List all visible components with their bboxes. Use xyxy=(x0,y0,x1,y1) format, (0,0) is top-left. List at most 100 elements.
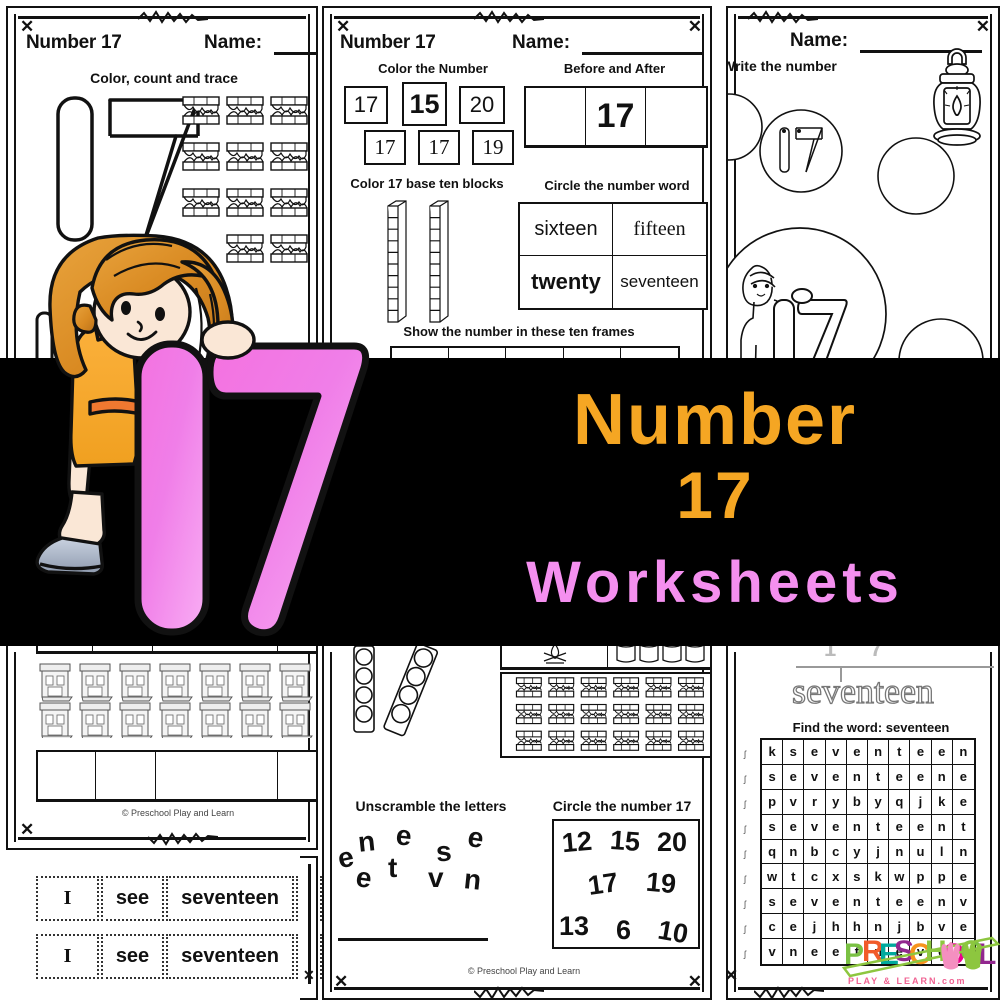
word-search-cell[interactable]: n xyxy=(931,814,953,840)
answer-cell[interactable] xyxy=(38,752,96,800)
word-search-cell[interactable]: e xyxy=(846,740,868,765)
word-search-cell[interactable]: e xyxy=(931,740,953,765)
scramble-letter[interactable]: n xyxy=(462,863,482,897)
word-search-cell[interactable]: t xyxy=(868,764,890,790)
number-choice-box[interactable]: 17 xyxy=(344,86,388,124)
word-search-cell[interactable]: y xyxy=(846,839,868,865)
word-card[interactable]: seventeen xyxy=(166,934,294,979)
word-search-cell[interactable]: e xyxy=(952,864,974,890)
word-search-cell[interactable]: j xyxy=(868,839,890,865)
number-choice-box[interactable]: 20 xyxy=(459,86,505,124)
word-search-cell[interactable]: t xyxy=(783,864,805,890)
word-search-cell[interactable]: w xyxy=(762,864,784,890)
close-icon[interactable]: ✕ xyxy=(303,968,315,982)
word-search-cell[interactable]: n xyxy=(931,764,953,790)
scramble-letter[interactable]: v xyxy=(428,862,444,894)
word-search-cell[interactable]: e xyxy=(910,764,932,790)
close-icon[interactable]: ✕ xyxy=(20,821,34,838)
scramble-letter[interactable]: e xyxy=(335,841,357,876)
close-icon[interactable]: ✕ xyxy=(688,973,702,990)
scramble-letter[interactable]: e xyxy=(394,819,413,852)
word-search-cell[interactable]: v xyxy=(825,740,847,765)
after-cell[interactable] xyxy=(646,88,706,146)
word-search-cell[interactable]: k xyxy=(868,864,890,890)
number-option[interactable]: 12 xyxy=(561,826,594,860)
word-search-cell[interactable]: e xyxy=(783,914,805,940)
number-choice-box[interactable]: 15 xyxy=(402,82,447,126)
word-search-cell[interactable]: v xyxy=(952,889,974,915)
word-option-sixteen[interactable]: sixteen xyxy=(520,204,613,256)
unscramble-answer-line[interactable] xyxy=(338,938,488,941)
circle-number-box[interactable]: 12 15 20 17 19 13 6 10 xyxy=(552,819,700,949)
word-search-cell[interactable]: t xyxy=(868,814,890,840)
word-search-cell[interactable]: s xyxy=(783,740,805,765)
word-card[interactable]: I xyxy=(36,876,99,921)
word-card[interactable]: seventeen xyxy=(166,876,294,921)
number-option[interactable]: 10 xyxy=(656,915,691,951)
word-search-cell[interactable]: e xyxy=(910,740,932,765)
word-search-cell[interactable]: n xyxy=(846,889,868,915)
word-card[interactable]: see xyxy=(101,876,164,921)
word-search-cell[interactable]: c xyxy=(804,864,826,890)
word-search-cell[interactable]: t xyxy=(889,740,911,765)
word-search-cell[interactable]: n xyxy=(783,839,805,865)
number-option[interactable]: 13 xyxy=(559,911,589,942)
word-search-cell[interactable]: e xyxy=(910,814,932,840)
word-search-cell[interactable]: n xyxy=(889,839,911,865)
word-search-cell[interactable]: u xyxy=(910,839,932,865)
word-search-cell[interactable]: s xyxy=(846,864,868,890)
word-search-cell[interactable]: n xyxy=(952,840,974,865)
word-search-cell[interactable]: e xyxy=(910,889,932,915)
word-search-cell[interactable]: q xyxy=(762,839,784,865)
word-search-cell[interactable]: v xyxy=(804,889,826,915)
word-search-cell[interactable]: b xyxy=(846,789,868,815)
close-icon[interactable]: ✕ xyxy=(728,967,738,984)
answer-boxes[interactable] xyxy=(36,750,316,802)
word-search-cell[interactable]: e xyxy=(783,889,805,915)
word-search-cell[interactable]: s xyxy=(762,814,784,840)
name-input-line[interactable] xyxy=(274,52,316,55)
word-card[interactable]: see xyxy=(101,934,164,979)
word-search-cell[interactable]: n xyxy=(931,889,953,915)
word-search-cell[interactable]: n xyxy=(783,939,805,964)
word-search-cell[interactable]: e xyxy=(889,764,911,790)
word-search-cell[interactable]: n xyxy=(846,764,868,790)
number-option[interactable]: 6 xyxy=(616,915,631,946)
word-search-cell[interactable]: v xyxy=(762,939,784,964)
word-search-cell[interactable]: e xyxy=(952,765,974,790)
word-search-cell[interactable]: y xyxy=(868,789,890,815)
close-icon[interactable]: ✕ xyxy=(688,18,702,35)
word-search-cell[interactable]: e xyxy=(825,889,847,915)
number-option[interactable]: 20 xyxy=(657,827,687,858)
word-search-cell[interactable]: c xyxy=(825,839,847,865)
close-icon[interactable]: ✕ xyxy=(334,973,348,990)
word-card[interactable]: I xyxy=(36,934,99,979)
word-search-cell[interactable]: k xyxy=(762,740,784,765)
word-search-cell[interactable]: y xyxy=(825,789,847,815)
word-search-cell[interactable]: s xyxy=(762,764,784,790)
word-search-cell[interactable]: n xyxy=(952,740,974,765)
close-icon[interactable]: ✕ xyxy=(976,18,990,35)
word-search-cell[interactable]: v xyxy=(804,764,826,790)
trace-word-seventeen[interactable]: seventeen xyxy=(791,670,998,712)
word-search-cell[interactable]: x xyxy=(825,864,847,890)
number-option[interactable]: 15 xyxy=(609,825,641,858)
trace-circle-17[interactable] xyxy=(758,108,844,194)
before-cell[interactable] xyxy=(526,88,586,146)
word-search-cell[interactable]: e xyxy=(783,764,805,790)
scramble-letter[interactable]: e xyxy=(465,821,487,855)
word-search-cell[interactable]: k xyxy=(931,789,953,815)
word-search-cell[interactable]: r xyxy=(804,789,826,815)
word-search-cell[interactable]: n xyxy=(868,740,890,765)
number-option[interactable]: 17 xyxy=(586,867,620,902)
word-search-cell[interactable]: s xyxy=(762,889,784,915)
word-search-cell[interactable]: t xyxy=(952,815,974,840)
word-search-cell[interactable]: e xyxy=(804,939,826,964)
answer-cell[interactable] xyxy=(96,752,156,800)
word-search-cell[interactable]: e xyxy=(889,889,911,915)
word-search-cell[interactable]: t xyxy=(868,889,890,915)
answer-cell[interactable] xyxy=(278,752,316,800)
number-option[interactable]: 19 xyxy=(645,867,678,901)
word-search-cell[interactable]: b xyxy=(804,839,826,865)
word-search-grid[interactable]: kseventeenseventeenepvrybyqjkeseventeent… xyxy=(760,738,976,966)
